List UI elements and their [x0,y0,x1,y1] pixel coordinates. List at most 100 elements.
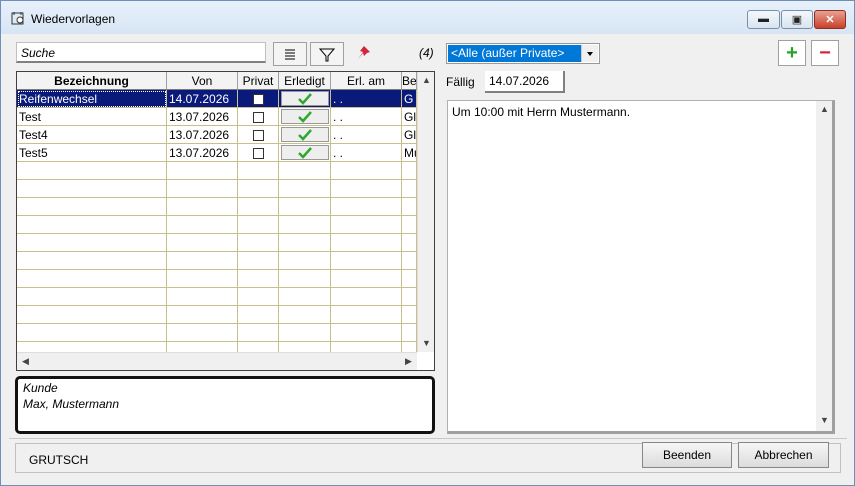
search-input[interactable]: Suche [16,42,266,63]
table-cell [331,216,402,234]
table-cell [17,306,167,324]
table-cell [167,198,238,216]
scroll-up-icon[interactable]: ▲ [820,104,829,114]
table-cell [167,180,238,198]
table-cell [331,162,402,180]
column-header[interactable]: Erl. am [331,72,402,90]
table-cell [279,306,331,324]
table-cell [279,288,331,306]
pin-icon[interactable] [355,44,373,62]
done-button[interactable] [280,145,329,160]
table-cell [167,288,238,306]
table-row[interactable]: Test4 13.07.2026 . . Gl [17,126,417,144]
scroll-down-icon[interactable]: ▼ [820,415,829,425]
scroll-left-icon[interactable]: ◀ [22,356,29,367]
scroll-up-icon[interactable]: ▲ [422,75,431,85]
minimize-icon: ▬ [758,13,769,25]
table-row[interactable]: Test513.07.2026 . .Mu [17,144,417,162]
column-header[interactable]: Be [402,72,417,90]
checkmark-icon [297,147,312,159]
notes-textarea[interactable]: Um 10:00 mit Herrn Mustermann. ▲ ▼ [447,100,835,434]
table-row[interactable] [17,180,417,198]
maximize-button[interactable]: ▣ [781,10,813,29]
table-cell: Test4 [17,126,167,144]
dropdown-arrow-icon[interactable] [581,45,598,62]
private-checkbox[interactable] [252,130,264,142]
vertical-scrollbar[interactable]: ▲ ▼ [417,72,434,352]
table-row[interactable]: Test 13.07.2026 . . Gl [17,108,417,126]
table-cell: 13.07.2026 [167,126,238,144]
column-header[interactable]: Privat [238,72,279,90]
table-cell [167,270,238,288]
table-cell: 14.07.2026 [167,90,238,108]
table-cell [238,90,279,108]
delete-button[interactable]: − [811,40,839,66]
calendar-clock-icon [11,12,24,25]
private-checkbox[interactable] [252,112,264,124]
category-filter-value: <Alle (außer Private> [448,45,582,62]
table-cell [402,180,417,198]
table-cell [238,234,279,252]
table-cell [331,234,402,252]
column-header[interactable]: Bezeichnung [17,72,167,90]
table-cell: Mu [402,144,417,162]
table-cell [17,252,167,270]
done-button[interactable] [280,109,329,124]
done-button[interactable] [280,91,329,106]
list-view-button[interactable] [273,42,307,66]
table-row[interactable] [17,234,417,252]
category-filter-select[interactable]: <Alle (außer Private> [446,43,600,64]
table-cell [167,306,238,324]
filter-button[interactable] [310,42,344,66]
table-row[interactable] [17,198,417,216]
table-row[interactable] [17,252,417,270]
table-cell [167,324,238,342]
column-header[interactable]: Erledigt [279,72,331,90]
table-header: Bezeichnung Von Privat Erledigt Erl. am … [17,72,417,90]
finish-button[interactable]: Beenden [642,442,732,468]
table-row[interactable] [17,162,417,180]
reminders-table[interactable]: Bezeichnung Von Privat Erledigt Erl. am … [16,71,435,371]
filter-icon [319,48,335,62]
table-row[interactable] [17,288,417,306]
table-row[interactable] [17,324,417,342]
close-button[interactable]: ✕ [814,10,846,29]
scroll-down-icon[interactable]: ▼ [422,338,431,348]
done-button[interactable] [280,127,329,142]
customer-box: Kunde Max, Mustermann [15,376,435,434]
due-date-field[interactable]: 14.07.2026 [485,71,565,93]
table-row[interactable]: Reifenwechsel 14.07.2026 . .G [17,90,417,108]
table-cell: Gl [402,126,417,144]
table-cell [17,180,167,198]
table-cell: Reifenwechsel [17,90,167,108]
notes-scrollbar[interactable]: ▲ ▼ [816,101,832,431]
table-cell [238,108,279,126]
checkmark-icon [297,93,312,105]
table-cell [279,234,331,252]
scroll-right-icon[interactable]: ▶ [405,356,412,367]
table-cell [402,252,417,270]
table-cell: 13.07.2026 [167,108,238,126]
private-checkbox[interactable] [252,94,264,106]
close-icon: ✕ [825,14,835,26]
table-cell [17,162,167,180]
table-row[interactable] [17,306,417,324]
cancel-button[interactable]: Abbrechen [738,442,829,468]
column-header[interactable]: Von [167,72,238,90]
table-cell [331,180,402,198]
table-cell [331,306,402,324]
table-cell [331,252,402,270]
horizontal-scrollbar[interactable]: ◀ ▶ [17,352,417,370]
table-cell [402,270,417,288]
table-cell [402,306,417,324]
add-button[interactable]: + [778,40,806,66]
plus-icon: + [786,42,798,64]
table-cell: Test [17,108,167,126]
private-checkbox[interactable] [252,148,264,160]
table-row[interactable] [17,216,417,234]
table-cell: . . [331,126,402,144]
due-label: Fällig [446,75,475,89]
table-cell [279,108,331,126]
minimize-button[interactable]: ▬ [747,10,780,29]
table-row[interactable] [17,270,417,288]
